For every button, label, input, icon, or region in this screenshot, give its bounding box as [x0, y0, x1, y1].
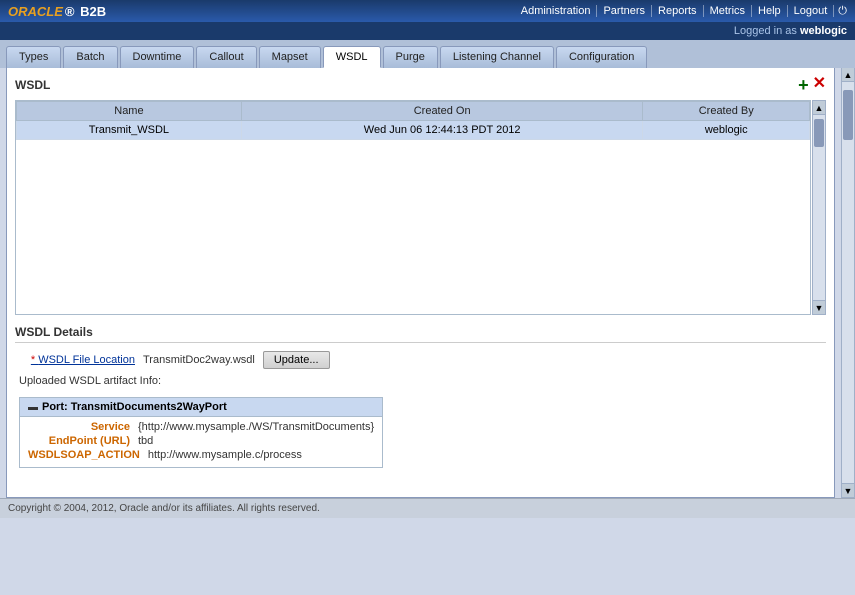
endpoint-row: EndPoint (URL) tbd [28, 435, 374, 447]
port-title: Port: TransmitDocuments2WayPort [42, 401, 227, 413]
table-container: Name Created On Created By Transmit_WSDL… [15, 100, 826, 315]
port-body: Service {http://www.mysample./WS/Transmi… [20, 417, 382, 467]
table-scrollbar: ▲ ▼ [812, 100, 826, 315]
soap-action-label: WSDLSOAP_ACTION [28, 449, 148, 461]
footer-text: Copyright © 2004, 2012, Oracle and/or it… [8, 503, 320, 514]
file-location-row: WSDL File Location TransmitDoc2way.wsdl … [15, 351, 826, 369]
file-location-value: TransmitDoc2way.wsdl [143, 354, 255, 366]
nav-administration[interactable]: Administration [515, 5, 598, 17]
tab-downtime[interactable]: Downtime [120, 46, 195, 68]
scroll-down-button[interactable]: ▼ [813, 300, 825, 314]
table-scroll-area: Name Created On Created By Transmit_WSDL… [15, 100, 811, 315]
endpoint-label: EndPoint (URL) [28, 435, 138, 447]
tab-mapset[interactable]: Mapset [259, 46, 321, 68]
cell-created-by: weblogic [643, 121, 810, 140]
scroll-thumb [814, 119, 824, 147]
nav-help[interactable]: Help [752, 5, 788, 17]
main-scroll-down[interactable]: ▼ [842, 483, 854, 497]
file-location-label[interactable]: WSDL File Location [15, 354, 135, 366]
logout-icon: ⏻ [838, 5, 847, 18]
collapse-icon[interactable]: ▬ [28, 402, 38, 413]
details-title: WSDL Details [15, 325, 826, 343]
footer: Copyright © 2004, 2012, Oracle and/or it… [0, 498, 855, 518]
soap-action-value: http://www.mysample.c/process [148, 449, 302, 461]
nav-metrics[interactable]: Metrics [704, 5, 752, 17]
header-nav: Administration Partners Reports Metrics … [515, 5, 847, 18]
scroll-up-button[interactable]: ▲ [813, 101, 825, 115]
header: ORACLE® B2B Administration Partners Repo… [0, 0, 855, 22]
tab-callout[interactable]: Callout [196, 46, 256, 68]
nav-reports[interactable]: Reports [652, 5, 704, 17]
main-scroll-up[interactable]: ▲ [842, 68, 854, 82]
uploaded-info-label: Uploaded WSDL artifact Info: [19, 375, 826, 387]
tabs-bar: Types Batch Downtime Callout Mapset WSDL… [0, 40, 855, 68]
subheader: Logged in as weblogic [0, 22, 855, 40]
soap-action-row: WSDLSOAP_ACTION http://www.mysample.c/pr… [28, 449, 374, 461]
wsdl-section-header: WSDL + ✕ [15, 76, 826, 94]
nav-logout[interactable]: Logout [788, 5, 835, 17]
table-row[interactable]: Transmit_WSDL Wed Jun 06 12:44:13 PDT 20… [17, 121, 810, 140]
main-wrapper: WSDL + ✕ Name Created On Created By [0, 68, 855, 498]
wsdl-title: WSDL [15, 78, 50, 92]
delete-wsdl-button[interactable]: ✕ [813, 76, 826, 94]
wsdl-details: WSDL Details WSDL File Location Transmit… [15, 325, 826, 472]
cell-created-on: Wed Jun 06 12:44:13 PDT 2012 [241, 121, 643, 140]
oracle-text: ORACLE [8, 4, 63, 19]
tab-purge[interactable]: Purge [383, 46, 438, 68]
main-content: WSDL + ✕ Name Created On Created By [6, 68, 835, 498]
main-scroll-thumb [843, 90, 853, 140]
table-header-row: Name Created On Created By [17, 102, 810, 121]
tab-batch[interactable]: Batch [63, 46, 117, 68]
col-name: Name [17, 102, 242, 121]
section-actions: + ✕ [798, 76, 826, 94]
tab-listening-channel[interactable]: Listening Channel [440, 46, 554, 68]
add-wsdl-button[interactable]: + [798, 76, 809, 94]
col-created-by: Created By [643, 102, 810, 121]
tab-types[interactable]: Types [6, 46, 61, 68]
wsdl-table: Name Created On Created By Transmit_WSDL… [16, 101, 810, 140]
col-created-on: Created On [241, 102, 643, 121]
endpoint-value: tbd [138, 435, 153, 447]
update-button[interactable]: Update... [263, 351, 330, 369]
service-label: Service [28, 421, 138, 433]
tab-configuration[interactable]: Configuration [556, 46, 647, 68]
nav-partners[interactable]: Partners [597, 5, 652, 17]
b2b-text: B2B [80, 4, 106, 19]
logo: ORACLE® B2B [8, 4, 106, 19]
port-box: ▬ Port: TransmitDocuments2WayPort Servic… [19, 397, 383, 468]
port-header: ▬ Port: TransmitDocuments2WayPort [20, 398, 382, 417]
logged-in-label: Logged in as [734, 25, 797, 37]
logged-in-user: weblogic [800, 25, 847, 37]
cell-name: Transmit_WSDL [17, 121, 242, 140]
service-value: {http://www.mysample./WS/TransmitDocumen… [138, 421, 374, 433]
main-scroll-track [842, 82, 854, 483]
tab-wsdl[interactable]: WSDL [323, 46, 381, 68]
main-scrollbar: ▲ ▼ [841, 68, 855, 498]
service-row: Service {http://www.mysample./WS/Transmi… [28, 421, 374, 433]
scroll-track [813, 115, 825, 300]
